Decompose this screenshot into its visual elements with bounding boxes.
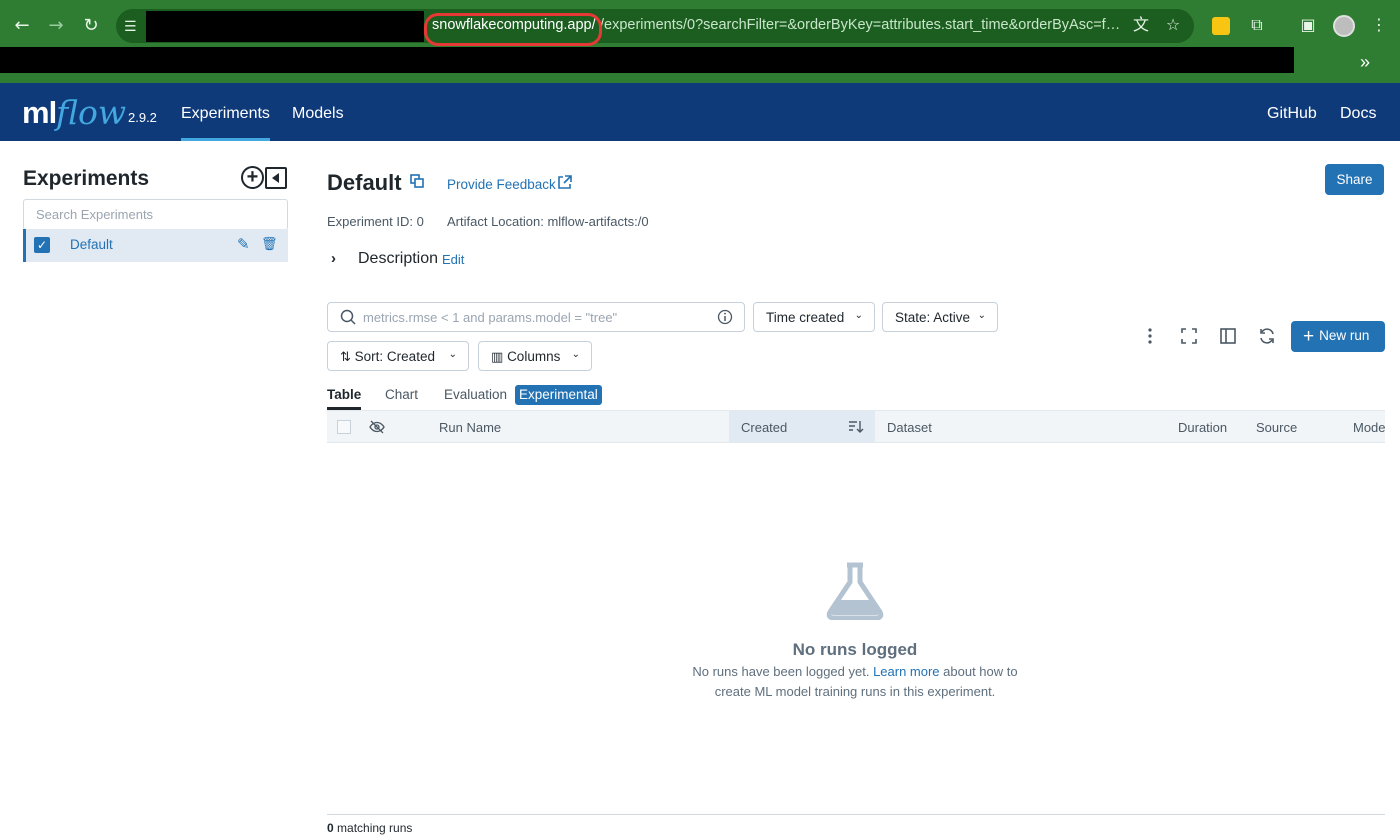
collapse-sidebar-icon[interactable] <box>265 167 287 189</box>
sidebar-item-default[interactable]: ✓ Default ✎ 🗑 <box>23 229 288 262</box>
time-created-label: Time created <box>766 310 845 325</box>
bookmarks-overflow-icon[interactable]: » <box>1360 52 1370 72</box>
version-label: 2.9.2 <box>128 110 157 125</box>
logo-ml: ml <box>22 95 57 130</box>
tab-experimental[interactable]: Experimental <box>515 385 602 405</box>
more-options-icon[interactable] <box>1140 326 1160 346</box>
trash-icon[interactable]: 🗑 <box>261 236 278 252</box>
page-title: Default <box>327 170 402 195</box>
back-icon[interactable]: ← <box>10 14 34 38</box>
nav-docs[interactable]: Docs <box>1340 105 1376 123</box>
column-header-mode[interactable]: Mode <box>1353 420 1386 435</box>
browser-chrome: ← → ↻ ☰ snowflakecomputing.app/ /experim… <box>0 0 1400 83</box>
redacted-block <box>146 11 424 42</box>
new-run-label: New run <box>1319 327 1370 343</box>
fullscreen-icon[interactable] <box>1179 326 1199 346</box>
external-link-icon[interactable] <box>557 175 572 190</box>
columns-label: Columns <box>507 349 561 364</box>
run-search-box[interactable] <box>327 302 745 332</box>
sort-descending-icon[interactable] <box>848 419 864 435</box>
tab-evaluation[interactable]: Evaluation <box>444 387 507 402</box>
columns-dropdown[interactable]: ▥ Columns ⌄ <box>478 341 592 371</box>
column-header-run-name[interactable]: Run Name <box>439 420 501 435</box>
visibility-off-icon[interactable] <box>369 419 385 435</box>
chevron-down-icon: ⌄ <box>448 349 457 360</box>
columns-icon: ▥ <box>491 349 504 364</box>
search-experiments-input[interactable] <box>23 199 288 230</box>
column-header-created[interactable]: Created <box>741 420 787 435</box>
description-label[interactable]: Description <box>358 250 438 268</box>
sort-icon: ⇅ <box>340 349 351 364</box>
browser-menu-icon[interactable]: ⋮ <box>1367 14 1391 38</box>
forward-icon[interactable]: → <box>44 14 68 38</box>
state-dropdown[interactable]: State: Active ⌄ <box>882 302 998 332</box>
extension-icon[interactable] <box>1212 17 1230 35</box>
provide-feedback-link[interactable]: Provide Feedback <box>447 177 556 192</box>
copy-icon[interactable] <box>410 174 424 188</box>
url-path: /experiments/0?searchFilter=&orderByKey=… <box>600 17 1121 33</box>
highlight-circle <box>424 13 602 46</box>
site-settings-icon[interactable]: ☰ <box>124 14 144 38</box>
redacted-bookmarks-bar <box>0 47 1294 73</box>
nav-github[interactable]: GitHub <box>1267 105 1317 123</box>
time-created-dropdown[interactable]: Time created ⌄ <box>753 302 875 332</box>
column-header-dataset[interactable]: Dataset <box>887 420 932 435</box>
bookmark-star-icon[interactable]: ☆ <box>1161 14 1185 38</box>
sidebar-item-label: Default <box>70 237 113 252</box>
artifact-location: Artifact Location: mlflow-artifacts:/0 <box>447 214 649 229</box>
runs-count-number: 0 <box>327 821 334 835</box>
add-experiment-icon[interactable]: + <box>241 166 264 189</box>
logo-flow: flow <box>56 93 127 132</box>
checkbox-checked-icon[interactable]: ✓ <box>34 237 50 253</box>
column-header-duration[interactable]: Duration <box>1178 420 1227 435</box>
flask-icon <box>826 562 884 620</box>
refresh-icon[interactable] <box>1257 326 1277 346</box>
runs-count-label: matching runs <box>333 821 413 835</box>
tab-chart[interactable]: Chart <box>385 387 418 402</box>
matching-runs-count: 0 matching runs <box>327 821 412 835</box>
empty-state-text: No runs have been logged yet. Learn more… <box>680 662 1030 702</box>
experiment-id: Experiment ID: 0 <box>327 214 424 229</box>
profile-avatar[interactable] <box>1333 15 1355 37</box>
nav-experiments[interactable]: Experiments <box>181 105 270 141</box>
info-icon[interactable] <box>717 309 733 325</box>
footer-divider <box>327 814 1385 815</box>
select-all-checkbox[interactable] <box>337 420 351 434</box>
learn-more-link[interactable]: Learn more <box>873 664 939 679</box>
app-header: ml flow 2.9.2 Experiments Models GitHub … <box>0 83 1400 141</box>
share-button[interactable]: Share <box>1325 164 1384 195</box>
chevron-down-icon: ⌄ <box>977 310 986 321</box>
chevron-down-icon: ⌄ <box>854 310 863 321</box>
plus-icon: + <box>1303 325 1315 347</box>
run-search-input[interactable] <box>363 306 703 328</box>
side-panel-icon[interactable]: ▣ <box>1296 14 1320 38</box>
empty-state-text-before: No runs have been logged yet. <box>692 664 874 679</box>
edit-pencil-icon[interactable]: ✎ <box>237 235 250 253</box>
sort-label: Sort: Created <box>354 349 435 364</box>
new-run-button[interactable]: + New run <box>1291 321 1385 352</box>
column-header-source[interactable]: Source <box>1256 420 1297 435</box>
description-edit-link[interactable]: Edit <box>442 252 464 267</box>
translate-icon[interactable]: 文 <box>1129 14 1153 38</box>
reload-icon[interactable]: ↻ <box>79 14 103 38</box>
extensions-puzzle-icon[interactable]: ⧉ <box>1245 14 1269 38</box>
sidebar-title: Experiments <box>23 167 150 190</box>
runs-table-header: Run Name Created Dataset Duration Source… <box>327 410 1386 443</box>
sort-dropdown[interactable]: ⇅ Sort: Created ⌄ <box>327 341 469 371</box>
empty-state-title: No runs logged <box>792 640 918 659</box>
state-label: State: Active <box>895 310 971 325</box>
nav-models[interactable]: Models <box>292 105 344 123</box>
sidebar-toggle-icon[interactable] <box>1218 326 1238 346</box>
chevron-down-icon: ⌄ <box>571 349 580 360</box>
chevron-right-icon[interactable]: › <box>331 250 336 267</box>
search-icon <box>340 309 356 325</box>
tab-table[interactable]: Table <box>327 387 362 410</box>
